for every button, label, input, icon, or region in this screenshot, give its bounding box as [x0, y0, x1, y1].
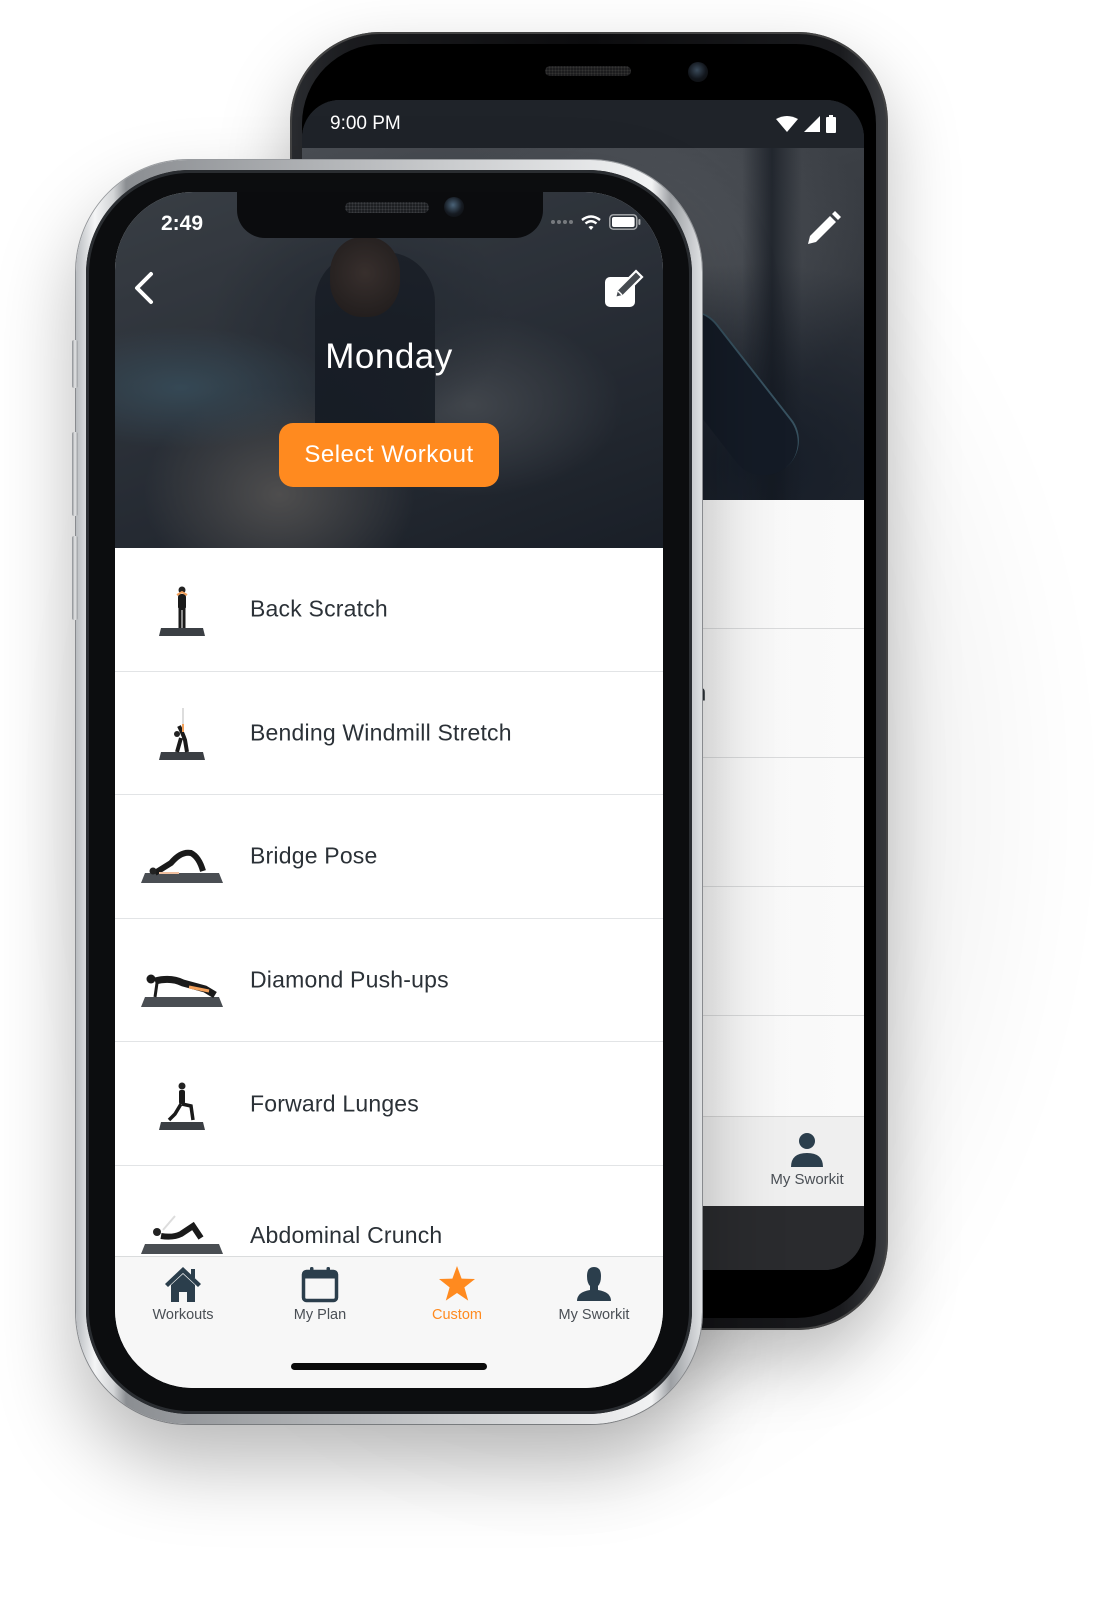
android-status-icons	[776, 115, 836, 133]
signal-dots-icon	[551, 220, 573, 224]
android-tab-my-sworkit[interactable]: My Sworkit	[752, 1131, 862, 1188]
wifi-icon	[581, 214, 601, 230]
battery-icon	[826, 115, 836, 133]
star-icon	[439, 1266, 475, 1301]
list-item[interactable]: Abdominal Crunch	[115, 1166, 663, 1256]
volume-down-button	[72, 536, 78, 620]
android-status-bar: 9:00 PM	[302, 100, 864, 148]
tab-label: My Plan	[293, 1307, 347, 1323]
tab-label: Workouts	[152, 1307, 214, 1323]
home-indicator[interactable]	[291, 1363, 487, 1370]
list-item[interactable]: Forward Lunges	[115, 1042, 663, 1166]
list-item[interactable]: Diamond Push-ups	[115, 919, 663, 1043]
volume-up-button	[72, 432, 78, 516]
iphone-screen: 2:49 Monday Select Workout Back Scratch …	[115, 192, 663, 1388]
exercise-name: Bending Windmill Stretch	[250, 719, 512, 746]
chevron-left-icon[interactable]	[129, 268, 159, 308]
status-time: 2:49	[161, 212, 204, 235]
android-speaker	[545, 66, 631, 76]
status-bar: 2:49	[115, 192, 663, 252]
mute-switch	[72, 340, 78, 388]
calendar-icon	[301, 1267, 339, 1303]
page-title: Monday	[325, 337, 453, 376]
iphone: 2:49 Monday Select Workout Back Scratch …	[72, 160, 702, 1424]
signal-icon	[804, 116, 820, 132]
android-status-time: 9:00 PM	[330, 113, 401, 134]
pushup-figure-thumbnail	[141, 974, 223, 1007]
battery-icon	[609, 214, 641, 230]
android-tab-label: My Sworkit	[770, 1171, 844, 1188]
tab-label: Custom	[432, 1307, 482, 1323]
android-camera	[688, 62, 708, 82]
bridge-figure-thumbnail	[141, 849, 223, 884]
pencil-icon[interactable]	[802, 210, 842, 250]
tab-my-plan[interactable]: My Plan	[260, 1265, 380, 1323]
edit-square-icon[interactable]	[603, 268, 645, 310]
tab-workouts[interactable]: Workouts	[123, 1265, 243, 1323]
tab-my-sworkit[interactable]: My Sworkit	[534, 1265, 654, 1323]
exercise-name: Abdominal Crunch	[250, 1221, 443, 1248]
crunch-figure-thumbnail	[141, 1215, 223, 1254]
list-item[interactable]: Back Scratch	[115, 548, 663, 672]
list-item[interactable]: Bridge Pose	[115, 795, 663, 919]
bending-figure-thumbnail	[159, 707, 205, 760]
person-icon	[791, 1133, 823, 1167]
lunge-figure-thumbnail	[159, 1082, 205, 1131]
list-item[interactable]: Bending Windmill Stretch	[115, 672, 663, 796]
tab-custom[interactable]: Custom	[397, 1265, 517, 1323]
exercise-name: Back Scratch	[250, 595, 388, 622]
tab-bar: Workouts My Plan Custom My Sworkit	[115, 1256, 663, 1388]
select-workout-button[interactable]: Select Workout	[279, 423, 499, 487]
wifi-icon	[776, 116, 798, 132]
exercise-list: Back Scratch Bending Windmill Stretch Br…	[115, 548, 663, 1256]
person-icon	[577, 1267, 611, 1301]
exercise-name: Forward Lunges	[250, 1090, 419, 1117]
exercise-name: Diamond Push-ups	[250, 966, 449, 993]
tab-label: My Sworkit	[558, 1307, 630, 1323]
standing-figure-thumbnail	[159, 586, 205, 636]
status-icons	[551, 214, 641, 230]
home-icon	[165, 1267, 201, 1302]
exercise-name: Bridge Pose	[250, 842, 378, 869]
